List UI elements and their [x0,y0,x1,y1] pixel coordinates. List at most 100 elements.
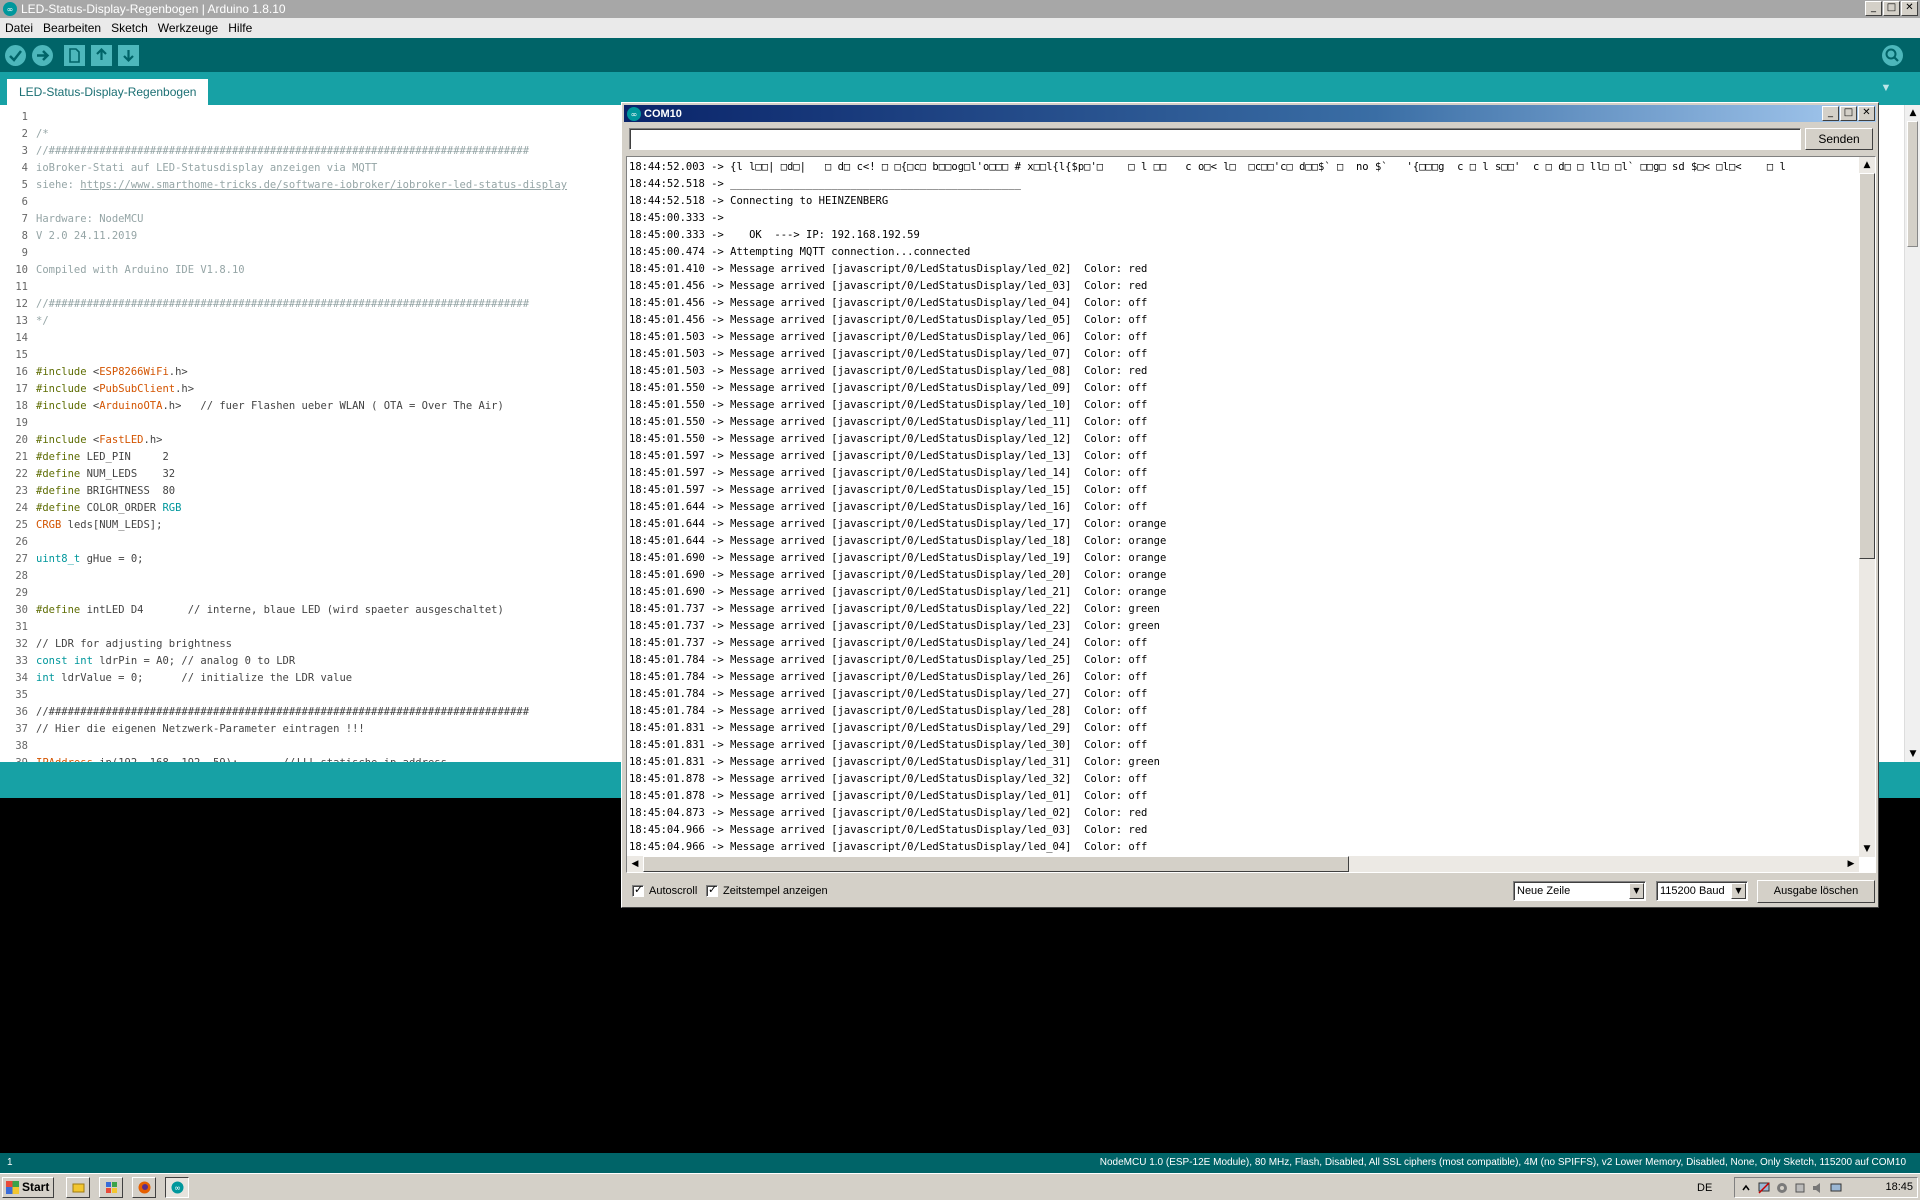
code-line[interactable]: /* [36,126,636,143]
code-line[interactable]: IPAddress ip(192, 168, 192, 59); //!!! s… [36,755,636,762]
maximize-button[interactable]: □ [1883,1,1900,16]
tray-expand-icon[interactable] [1739,1181,1753,1195]
usb-icon[interactable] [1793,1181,1807,1195]
editor-scrollbar-thumb[interactable] [1907,121,1918,247]
code-line[interactable]: #include <FastLED.h> [36,432,636,449]
scroll-down-icon[interactable]: ▼ [1905,746,1920,762]
code-line[interactable]: #define intLED D4 // interne, blaue LED … [36,602,636,619]
serial-monitor-icon[interactable] [1882,45,1903,66]
serial-vscroll-thumb[interactable] [1859,173,1875,559]
code-line[interactable]: // Hier die eigenen Netzwerk-Parameter e… [36,721,636,738]
chevron-down-icon[interactable]: ▼ [1731,883,1746,899]
taskbar-arduino[interactable]: ∞ [165,1177,189,1198]
code-line[interactable]: siehe: https://www.smarthome-tricks.de/s… [36,177,636,194]
line-ending-select[interactable]: Neue Zeile ▼ [1513,881,1646,901]
scroll-down-icon[interactable]: ▼ [1859,841,1875,857]
serial-line: 18:45:04.966 -> Message arrived [javascr… [629,824,1148,836]
scroll-right-icon[interactable]: ▶ [1843,856,1859,872]
menu-datei[interactable]: Datei [0,21,38,35]
code-line[interactable] [36,738,636,755]
menu-werkzeuge[interactable]: Werkzeuge [153,21,223,35]
menu-sketch[interactable]: Sketch [106,21,153,35]
code-line[interactable]: Compiled with Arduino IDE V1.8.10 [36,262,636,279]
autoscroll-checkbox[interactable]: Autoscroll [632,883,697,897]
editor-scrollbar[interactable]: ▲ ▼ [1904,105,1920,762]
serial-monitor-titlebar[interactable]: ∞ COM10 _ □ ✕ [624,105,1876,122]
tab-menu-chevron-down-icon[interactable]: ▼ [1878,81,1894,95]
code-line[interactable]: #define BRIGHTNESS 80 [36,483,636,500]
serial-minimize-button[interactable]: _ [1822,106,1839,121]
timestamp-checkbox[interactable]: Zeitstempel anzeigen [706,883,828,897]
code-line[interactable]: uint8_t gHue = 0; [36,551,636,568]
upload-icon[interactable] [32,45,53,66]
code-line[interactable]: //######################################… [36,704,636,721]
code-line[interactable]: */ [36,313,636,330]
code-line[interactable]: CRGB leds[NUM_LEDS]; [36,517,636,534]
code-line[interactable]: //######################################… [36,143,636,160]
code-line[interactable] [36,330,636,347]
verify-icon[interactable] [5,45,26,66]
code-line[interactable] [36,585,636,602]
save-icon[interactable] [118,45,139,66]
tab-sketch[interactable]: LED-Status-Display-Regenbogen [7,79,209,105]
code-line[interactable] [36,245,636,262]
code-line[interactable]: V 2.0 24.11.2019 [36,228,636,245]
volume-icon[interactable] [1811,1181,1825,1195]
clear-output-button[interactable]: Ausgabe löschen [1757,880,1875,903]
open-icon[interactable] [91,45,112,66]
clock[interactable]: 18:45 [1885,1178,1913,1197]
code-line[interactable]: const int ldrPin = A0; // analog 0 to LD… [36,653,636,670]
code-line[interactable]: #include <ESP8266WiFi.h> [36,364,636,381]
start-button[interactable]: Start [2,1177,54,1198]
code-line[interactable] [36,619,636,636]
serial-horizontal-scrollbar[interactable]: ◀ ▶ [627,856,1859,872]
code-line[interactable] [36,109,636,126]
serial-line: 18:44:52.003 -> {l l□□| □d□| □ d□ c<! □ … [629,161,1786,173]
send-button[interactable]: Senden [1805,128,1873,150]
code-text[interactable]: /*//####################################… [36,109,636,762]
close-button[interactable]: ✕ [1901,1,1918,16]
chevron-down-icon[interactable]: ▼ [1629,883,1644,899]
code-line[interactable]: int ldrValue = 0; // initialize the LDR … [36,670,636,687]
tools-icon[interactable] [1775,1181,1789,1195]
serial-output[interactable]: 18:44:52.003 -> {l l□□| □d□| □ d□ c<! □ … [626,156,1876,873]
scroll-left-icon[interactable]: ◀ [627,856,643,872]
code-line[interactable] [36,194,636,211]
baud-rate-select[interactable]: 115200 Baud ▼ [1656,881,1748,901]
serial-hscroll-thumb[interactable] [643,856,1349,872]
code-line[interactable] [36,534,636,551]
serial-line: 18:45:01.690 -> Message arrived [javascr… [629,569,1167,581]
menu-hilfe[interactable]: Hilfe [223,21,257,35]
scroll-up-icon[interactable]: ▲ [1859,157,1875,173]
serial-vertical-scrollbar[interactable]: ▲ ▼ [1859,157,1875,857]
code-line[interactable] [36,687,636,704]
quicklaunch-app[interactable] [99,1177,123,1198]
network-icon[interactable] [1757,1181,1771,1195]
code-line[interactable]: #define NUM_LEDS 32 [36,466,636,483]
code-line[interactable]: //######################################… [36,296,636,313]
code-line[interactable] [36,568,636,585]
serial-line: 18:45:01.503 -> Message arrived [javascr… [629,348,1148,360]
code-line[interactable]: #define LED_PIN 2 [36,449,636,466]
scroll-up-icon[interactable]: ▲ [1905,105,1920,121]
serial-send-input[interactable] [629,128,1801,150]
code-line[interactable]: Hardware: NodeMCU [36,211,636,228]
code-line[interactable]: // LDR for adjusting brightness [36,636,636,653]
code-line[interactable]: #include <PubSubClient.h> [36,381,636,398]
code-line[interactable] [36,347,636,364]
menu-bearbeiten[interactable]: Bearbeiten [38,21,106,35]
quicklaunch-explorer[interactable] [66,1177,90,1198]
code-line[interactable]: ioBroker-Stati auf LED-Statusdisplay anz… [36,160,636,177]
minimize-button[interactable]: _ [1865,1,1882,16]
code-line[interactable]: #include <ArduinoOTA.h> // fuer Flashen … [36,398,636,415]
serial-maximize-button[interactable]: □ [1840,106,1857,121]
code-line[interactable] [36,279,636,296]
line-number: 39 [0,755,30,762]
new-icon[interactable] [64,45,85,66]
code-line[interactable]: #define COLOR_ORDER RGB [36,500,636,517]
quicklaunch-firefox[interactable] [132,1177,156,1198]
serial-close-button[interactable]: ✕ [1858,106,1875,121]
code-line[interactable] [36,415,636,432]
language-indicator[interactable]: DE [1697,1178,1712,1199]
display-icon[interactable] [1829,1181,1843,1195]
